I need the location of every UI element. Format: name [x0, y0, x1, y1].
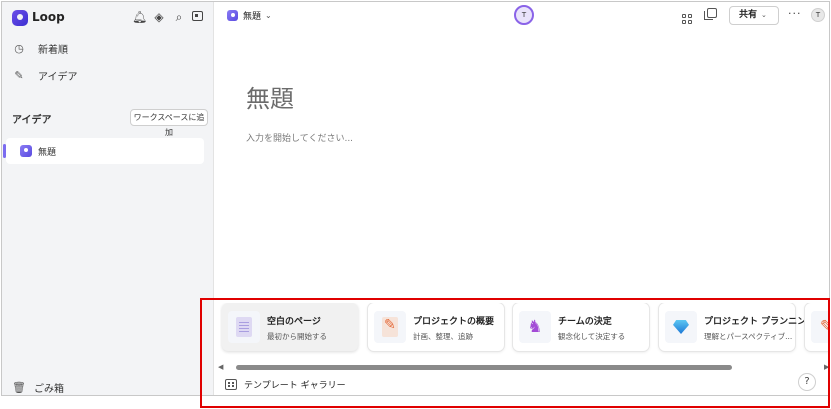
scroll-left-icon[interactable]: ◀: [218, 363, 223, 371]
app-window: Loop 🔔︎ ◈ ⌕ ◷ 新着順 ✎ アイデア アイデア ワークスペースに追加…: [1, 1, 830, 396]
template-card-team-decision[interactable]: ♞ チームの決定 観念化して決定する: [513, 303, 649, 351]
search-icon[interactable]: ⌕: [172, 10, 186, 24]
collaborator-avatar[interactable]: T: [514, 5, 534, 25]
sidebar-page-item[interactable]: 無題: [3, 138, 204, 164]
top-bar: 無題 ⌄ T 共有 ⌄ ··· T: [215, 2, 829, 30]
doc-name-dropdown[interactable]: 無題 ⌄: [227, 9, 272, 22]
scrollbar-thumb[interactable]: [236, 365, 732, 370]
more-options-icon[interactable]: ···: [788, 7, 802, 20]
copy-icon[interactable]: [704, 8, 719, 21]
share-label: 共有: [739, 10, 758, 20]
trash-button[interactable]: 🗑︎ ごみ箱: [12, 380, 64, 395]
template-subtitle: 理解とパースペクティブ...: [704, 332, 793, 341]
add-to-workspace-button[interactable]: ワークスペースに追加: [130, 109, 208, 137]
workspace-title: アイデア: [12, 115, 52, 126]
apps-icon[interactable]: [680, 8, 694, 24]
loop-logo-icon: [12, 10, 28, 26]
loop-page-icon: [227, 10, 238, 21]
template-gallery: 空白のページ 最初から開始する プロジェクトの概要 計画、整理、追跡 ♞ チーム…: [215, 295, 829, 395]
gem-icon[interactable]: ◈: [152, 10, 166, 24]
user-avatar[interactable]: T: [811, 8, 825, 22]
template-subtitle: 計画、整理、追跡: [413, 332, 473, 341]
trash-icon: 🗑︎: [12, 381, 26, 394]
template-title: チームの決定: [558, 317, 612, 327]
nav-ideas[interactable]: ✎ アイデア: [12, 64, 207, 86]
chevron-down-icon: ⌄: [265, 11, 272, 20]
bell-icon[interactable]: 🔔︎: [132, 10, 147, 24]
template-title: 空白のページ: [267, 317, 321, 327]
nav-ideas-label: アイデア: [38, 71, 78, 83]
clock-icon: ◷: [14, 41, 24, 55]
help-button[interactable]: ?: [798, 373, 816, 391]
chevron-down-icon: ⌄: [761, 11, 767, 19]
template-subtitle: 観念化して決定する: [558, 332, 626, 341]
template-gallery-label: テンプレート ギャラリー: [244, 381, 346, 391]
diamond-icon: [665, 311, 697, 343]
doc-body-placeholder[interactable]: 入力を開始してください...: [246, 131, 353, 144]
nav-recent[interactable]: ◷ 新着順: [12, 37, 207, 59]
trash-label: ごみ箱: [34, 384, 64, 395]
scroll-right-icon[interactable]: ▶: [824, 363, 829, 371]
template-card-project-planning[interactable]: プロジェクト プランニング 理解とパースペクティブ...: [659, 303, 815, 351]
share-button[interactable]: 共有 ⌄: [729, 6, 779, 25]
doc-name: 無題: [243, 12, 262, 22]
pen-icon: ✎: [14, 68, 24, 82]
page-title[interactable]: 無題: [246, 79, 294, 114]
template-title: プロジェクトの概要: [413, 317, 495, 327]
template-cards: 空白のページ 最初から開始する プロジェクトの概要 計画、整理、追跡 ♞ チーム…: [220, 303, 829, 355]
horizontal-scrollbar[interactable]: ◀ ▶: [215, 363, 829, 373]
template-card-blank[interactable]: 空白のページ 最初から開始する: [222, 303, 358, 351]
nav-recent-label: 新着順: [38, 44, 68, 56]
template-card-partial[interactable]: ✎: [805, 303, 829, 351]
app-title: Loop: [32, 10, 65, 24]
template-card-project-overview[interactable]: プロジェクトの概要 計画、整理、追跡: [368, 303, 504, 351]
document-pencil-icon: [374, 311, 406, 343]
sidebar-page-label: 無題: [38, 147, 57, 158]
selection-indicator: [3, 144, 6, 158]
panel-icon[interactable]: [190, 10, 204, 24]
pencil-icon: ✎: [811, 311, 829, 343]
template-title: プロジェクト プランニング: [704, 317, 816, 327]
sidebar: Loop 🔔︎ ◈ ⌕ ◷ 新着順 ✎ アイデア アイデア ワークスペースに追加…: [2, 2, 214, 395]
loop-page-icon: [20, 145, 32, 157]
blank-page-icon: [228, 311, 260, 343]
sidebar-header: Loop 🔔︎ ◈ ⌕: [2, 2, 214, 32]
template-subtitle: 最初から開始する: [267, 332, 327, 341]
template-gallery-button[interactable]: テンプレート ギャラリー: [225, 378, 346, 391]
gallery-icon: [225, 379, 237, 390]
unicorn-icon: ♞: [519, 311, 551, 343]
main-area: 無題 ⌄ T 共有 ⌄ ··· T 無題 入力を開始してください... 空白のペー…: [215, 2, 829, 395]
